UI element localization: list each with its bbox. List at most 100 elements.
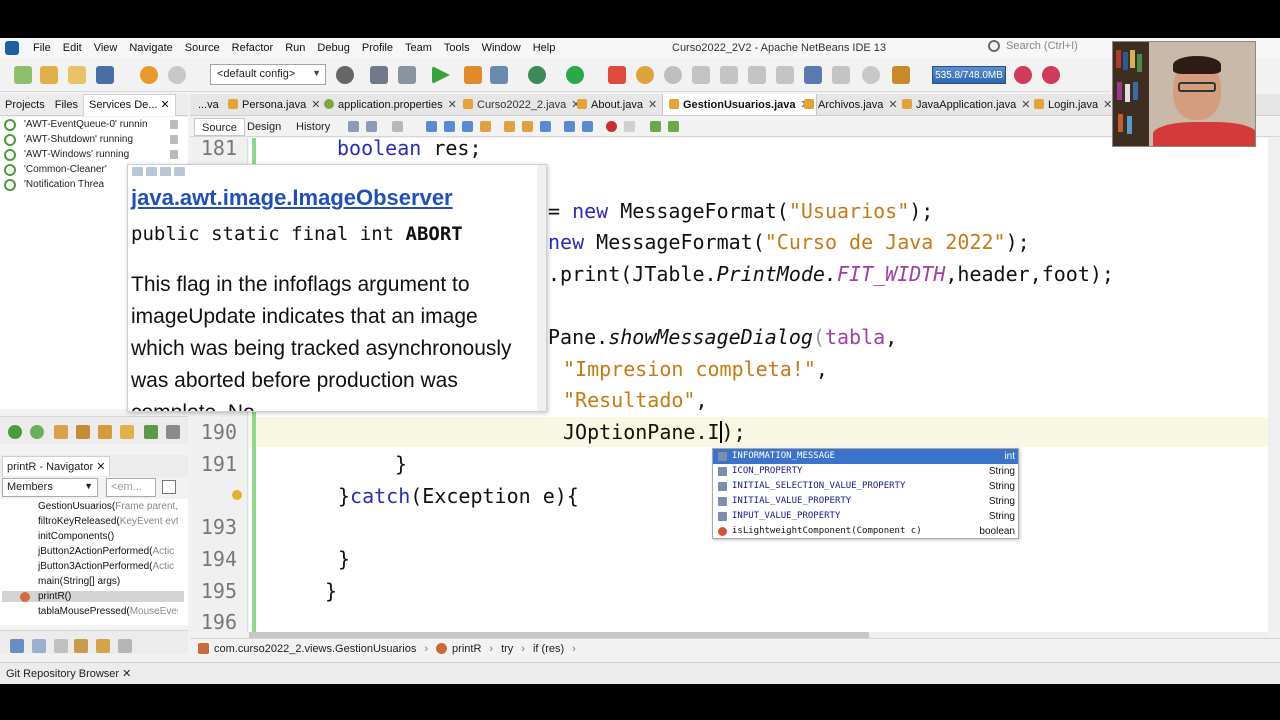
- quick-search[interactable]: Search (Ctrl+I): [988, 40, 1078, 52]
- completion-item[interactable]: INPUT_VALUE_PROPERTY String: [713, 509, 1018, 524]
- breadcrumb-item[interactable]: com.curso2022_2.views.GestionUsuarios ›: [198, 643, 428, 655]
- open-browser-icon[interactable]: [160, 167, 171, 176]
- forward-icon[interactable]: [366, 121, 377, 132]
- lock-icon[interactable]: [98, 425, 112, 439]
- list-item[interactable]: 'AWT-EventQueue-0' runnin: [4, 119, 178, 131]
- step-into-icon[interactable]: [720, 66, 738, 84]
- open-project-icon[interactable]: [68, 66, 86, 84]
- build-icon[interactable]: [370, 66, 388, 84]
- run-icon[interactable]: [432, 66, 450, 84]
- shift-right-icon[interactable]: [582, 121, 593, 132]
- run-to-cursor-icon[interactable]: [776, 66, 794, 84]
- menu-debug[interactable]: Debug: [311, 42, 355, 54]
- find-icon[interactable]: [426, 121, 437, 132]
- apply-code-changes-icon[interactable]: [804, 66, 822, 84]
- close-icon[interactable]: ✕: [448, 99, 457, 111]
- next-bookmark-icon[interactable]: [522, 121, 533, 132]
- menu-team[interactable]: Team: [399, 42, 438, 54]
- list-item[interactable]: 'Common-Cleaner': [4, 164, 107, 176]
- globe-icon[interactable]: [336, 66, 354, 84]
- menu-source[interactable]: Source: [179, 42, 226, 54]
- snapshot-icon[interactable]: [892, 66, 910, 84]
- list-item[interactable]: 'Notification Threa: [4, 179, 104, 191]
- memory-indicator[interactable]: 535.8/748.0MB: [932, 66, 1006, 84]
- menu-run[interactable]: Run: [279, 42, 311, 54]
- menu-tools[interactable]: Tools: [438, 42, 476, 54]
- members-select[interactable]: Members ▼: [2, 478, 98, 497]
- back-icon[interactable]: [348, 121, 359, 132]
- tab-file[interactable]: JavaApplication.java ✕: [902, 94, 1031, 115]
- settings-icon[interactable]: [166, 425, 180, 439]
- comment-icon[interactable]: [650, 121, 661, 132]
- tab-files[interactable]: Files: [50, 99, 83, 111]
- menu-view[interactable]: View: [88, 42, 124, 54]
- debug-icon[interactable]: [464, 66, 482, 84]
- menu-file[interactable]: File: [27, 42, 57, 54]
- save-all-icon[interactable]: [96, 66, 114, 84]
- list-item[interactable]: initComponents(): [38, 531, 178, 542]
- list-item[interactable]: jButton3ActionPerformed(Actic: [38, 561, 178, 572]
- menu-refactor[interactable]: Refactor: [226, 42, 280, 54]
- tab-file[interactable]: Curso2022_2.java ✕: [463, 94, 581, 115]
- tab-file[interactable]: application.properties ✕: [324, 94, 457, 115]
- javadoc-scrollbar[interactable]: [537, 165, 546, 411]
- close-icon[interactable]: ✕: [311, 99, 320, 111]
- pause-icon[interactable]: [636, 66, 654, 84]
- javadoc-class-link[interactable]: java.awt.image.ImageObserver: [131, 185, 453, 211]
- tab-source[interactable]: Source: [194, 118, 245, 136]
- tab-projects[interactable]: Projects: [0, 99, 50, 111]
- editor-vertical-scrollbar[interactable]: [1268, 138, 1280, 632]
- tab-file[interactable]: Login.java ✕: [1034, 94, 1112, 115]
- new-file-icon[interactable]: [14, 66, 32, 84]
- completion-item[interactable]: isLightweightComponent(Component c) boole…: [713, 524, 1018, 539]
- sort-icon[interactable]: [10, 639, 24, 653]
- completion-item-selected[interactable]: INFORMATION_MESSAGE int: [713, 449, 1018, 464]
- tab-history[interactable]: History: [289, 118, 337, 136]
- tab-file-active[interactable]: GestionUsuarios.java✕: [662, 94, 817, 115]
- forward-arrow-icon[interactable]: [146, 167, 157, 176]
- tab-file[interactable]: Persona.java ✕: [228, 94, 320, 115]
- stop-icon[interactable]: [608, 66, 626, 84]
- menu-edit[interactable]: Edit: [57, 42, 88, 54]
- evaluate-icon[interactable]: [832, 66, 850, 84]
- lock-icon[interactable]: [76, 425, 90, 439]
- tab-navigator[interactable]: printR - Navigator ✕: [2, 456, 111, 476]
- filter-icon[interactable]: [118, 639, 132, 653]
- step-out-icon[interactable]: [748, 66, 766, 84]
- close-icon[interactable]: ✕: [1103, 99, 1112, 111]
- menu-window[interactable]: Window: [476, 42, 527, 54]
- list-item[interactable]: GestionUsuarios(Frame parent,: [38, 501, 178, 512]
- record-macro-icon[interactable]: [606, 121, 617, 132]
- uncomment-icon[interactable]: [668, 121, 679, 132]
- back-arrow-icon[interactable]: [132, 167, 143, 176]
- completion-item[interactable]: ICON_PROPERTY String: [713, 464, 1018, 479]
- toggle-highlight-icon[interactable]: [480, 121, 491, 132]
- list-item[interactable]: jButton2ActionPerformed(Actic: [38, 546, 178, 557]
- list-item[interactable]: 'AWT-Windows' running: [4, 149, 178, 161]
- close-icon[interactable]: ✕: [122, 668, 131, 680]
- tab-file[interactable]: ...va: [198, 94, 219, 115]
- previous-bookmark-icon[interactable]: [504, 121, 515, 132]
- profile-icon[interactable]: [490, 66, 508, 84]
- toggle-bookmark-icon[interactable]: [540, 121, 551, 132]
- apply-changes-icon[interactable]: [566, 66, 584, 84]
- breadcrumb-item[interactable]: printR ›: [436, 643, 493, 655]
- field-icon[interactable]: [32, 639, 46, 653]
- tab-file[interactable]: About.java ✕: [577, 94, 657, 115]
- close-icon[interactable]: ✕: [96, 461, 105, 473]
- filter-icon[interactable]: [144, 425, 158, 439]
- clean-build-icon[interactable]: [398, 66, 416, 84]
- continue-icon[interactable]: [664, 66, 682, 84]
- inherited-icon[interactable]: [96, 639, 110, 653]
- lightbulb-icon[interactable]: [232, 490, 242, 500]
- close-icon[interactable]: ✕: [161, 99, 170, 111]
- lock-icon[interactable]: [120, 425, 134, 439]
- empty-select[interactable]: <em...: [106, 478, 156, 497]
- list-item[interactable]: 'AWT-Shutdown' running: [4, 134, 178, 146]
- tab-git-repository-browser[interactable]: Git Repository Browser ✕: [0, 667, 137, 680]
- close-icon[interactable]: ✕: [648, 99, 657, 111]
- breadcrumb-item[interactable]: if (res) ›: [533, 643, 576, 655]
- tab-design[interactable]: Design: [240, 118, 288, 136]
- gear-icon[interactable]: [8, 425, 22, 439]
- tab-services[interactable]: Services De... ✕: [82, 93, 176, 116]
